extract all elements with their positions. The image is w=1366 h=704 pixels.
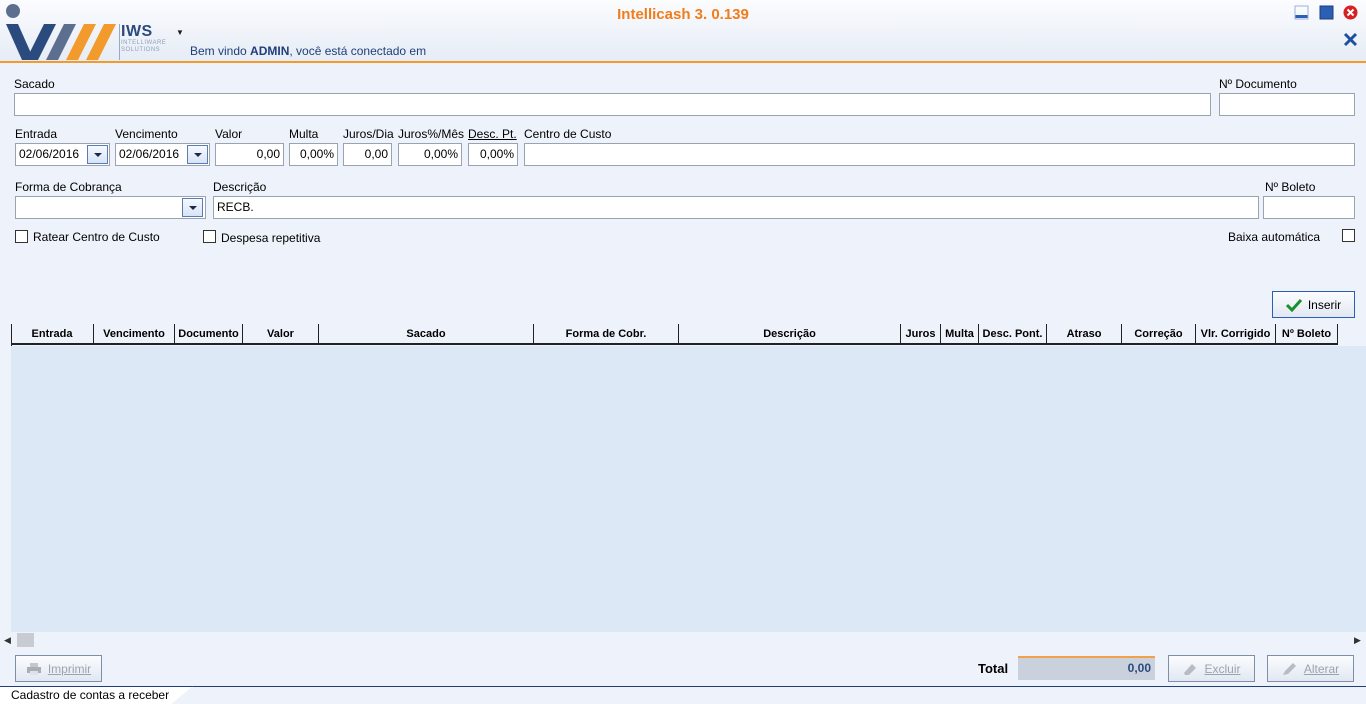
tab-cadastro-contas-receber[interactable]: Cadastro de contas a receber [0,686,194,704]
multa-input[interactable]: 0,00% [289,143,338,166]
descricao-label: Descrição [213,180,267,194]
grid-col-correcao[interactable]: Correção [1122,324,1196,344]
welcome-prefix: Bem vindo [190,44,251,58]
grid-col-multa[interactable]: Multa [941,324,979,344]
imprimir-label: Imprimir [47,661,92,676]
juros-mes-input[interactable]: 0,00% [398,143,462,166]
desc-pt-label[interactable]: Desc. Pt. [468,127,517,141]
despesa-checkbox[interactable] [203,230,216,243]
grid-col-documento[interactable]: Documento [175,324,243,344]
imprimir-button[interactable]: Imprimir [15,655,102,682]
logo-sub-text-1: INTELLIWARE [121,40,167,46]
valor-input[interactable]: 0,00 [215,143,284,166]
welcome-message: Bem vindo ADMIN, você está conectado em [190,44,426,58]
grid-col-descricao[interactable]: Descrição [679,324,901,344]
baixa-label: Baixa automática [1228,230,1321,244]
juros-dia-label: Juros/Dia [343,127,394,141]
title-bar: IWS INTELLIWARE SOLUTIONS ▼ Intellicash … [0,0,1366,63]
tab-bar: Cadastro de contas a receber [0,686,1366,704]
boleto-input[interactable] [1263,196,1355,219]
logo-iws-text: IWS [121,23,153,40]
pencil-icon [1282,662,1296,675]
grid-col-sacado[interactable]: Sacado [319,324,534,344]
excluir-label: Excluir [1204,661,1241,676]
grid-header: Entrada Vencimento Documento Valor Sacad… [11,324,1338,345]
excluir-button[interactable]: Excluir [1168,655,1255,682]
logo-sub-text-2: SOLUTIONS [121,47,161,53]
grid-col-forma-cobr[interactable]: Forma de Cobr. [534,324,679,344]
total-value: 0,00 [1018,656,1155,680]
juros-mes-label: Juros%/Mês [398,127,465,141]
alterar-button[interactable]: Alterar [1267,655,1354,682]
grid-col-atraso[interactable]: Atraso [1047,324,1122,344]
forma-cobranca-label: Forma de Cobrança [15,180,122,194]
inserir-label: Inserir [1307,297,1342,312]
scroll-right-icon[interactable]: ▶ [1354,635,1361,646]
grid-col-entrada[interactable]: Entrada [11,324,94,344]
baixa-checkbox[interactable] [1342,229,1355,242]
minimize-icon[interactable] [1294,5,1309,20]
forma-cobranca-select[interactable] [15,196,206,219]
grid-col-vencimento[interactable]: Vencimento [94,324,175,344]
logo-menu-caret-icon[interactable]: ▼ [176,28,184,37]
centro-custo-input[interactable] [524,143,1355,166]
welcome-suffix: , você está conectado em [289,44,427,58]
forma-cobranca-dropdown-button[interactable] [182,198,203,217]
grid-col-desc-pont[interactable]: Desc. Pont. [979,324,1047,344]
logo-wordmark: IWS INTELLIWARE SOLUTIONS [121,24,171,54]
grid-col-valor[interactable]: Valor [243,324,319,344]
close-form-icon[interactable] [1343,32,1358,47]
alterar-label: Alterar [1303,661,1340,676]
sacado-input[interactable] [14,93,1211,116]
grid-body[interactable] [11,346,1366,632]
maximize-icon[interactable] [1319,5,1334,20]
boleto-label: Nº Boleto [1265,180,1316,194]
descricao-input[interactable]: RECB. [213,196,1259,219]
eraser-icon [1184,663,1197,675]
logo-divider [119,24,120,60]
grid-col-boleto[interactable]: Nº Boleto [1276,324,1338,344]
desc-pt-input[interactable]: 0,00% [468,143,518,166]
app-title: Intellicash 3. 0.139 [617,6,749,23]
welcome-user: ADMIN [250,44,290,58]
grid-col-vlr-corrigido[interactable]: Vlr. Corrigido [1196,324,1276,344]
ratear-label: Ratear Centro de Custo [33,230,160,244]
scrollbar-thumb[interactable] [17,633,34,647]
documento-input[interactable] [1219,93,1355,116]
documento-label: Nº Documento [1219,77,1297,91]
grid-col-juros[interactable]: Juros [901,324,941,344]
centro-custo-label: Centro de Custo [524,127,612,141]
vencimento-dropdown-button[interactable] [187,145,208,164]
check-icon [1285,298,1302,312]
horizontal-scrollbar[interactable]: ◀ ▶ [0,632,1366,648]
ratear-checkbox[interactable] [15,230,28,243]
total-label: Total [978,661,1009,676]
sacado-label: Sacado [14,77,55,91]
scroll-left-icon[interactable]: ◀ [4,635,11,646]
entrada-dropdown-button[interactable] [87,145,108,164]
inserir-button[interactable]: Inserir [1272,291,1355,318]
vencimento-label: Vencimento [115,127,178,141]
close-window-icon[interactable] [1343,5,1358,20]
valor-label: Valor [215,127,243,141]
multa-label: Multa [289,127,319,141]
despesa-label: Despesa repetitiva [221,231,321,245]
entrada-label: Entrada [15,127,58,141]
printer-icon [26,662,41,675]
juros-dia-input[interactable]: 0,00 [343,143,392,166]
